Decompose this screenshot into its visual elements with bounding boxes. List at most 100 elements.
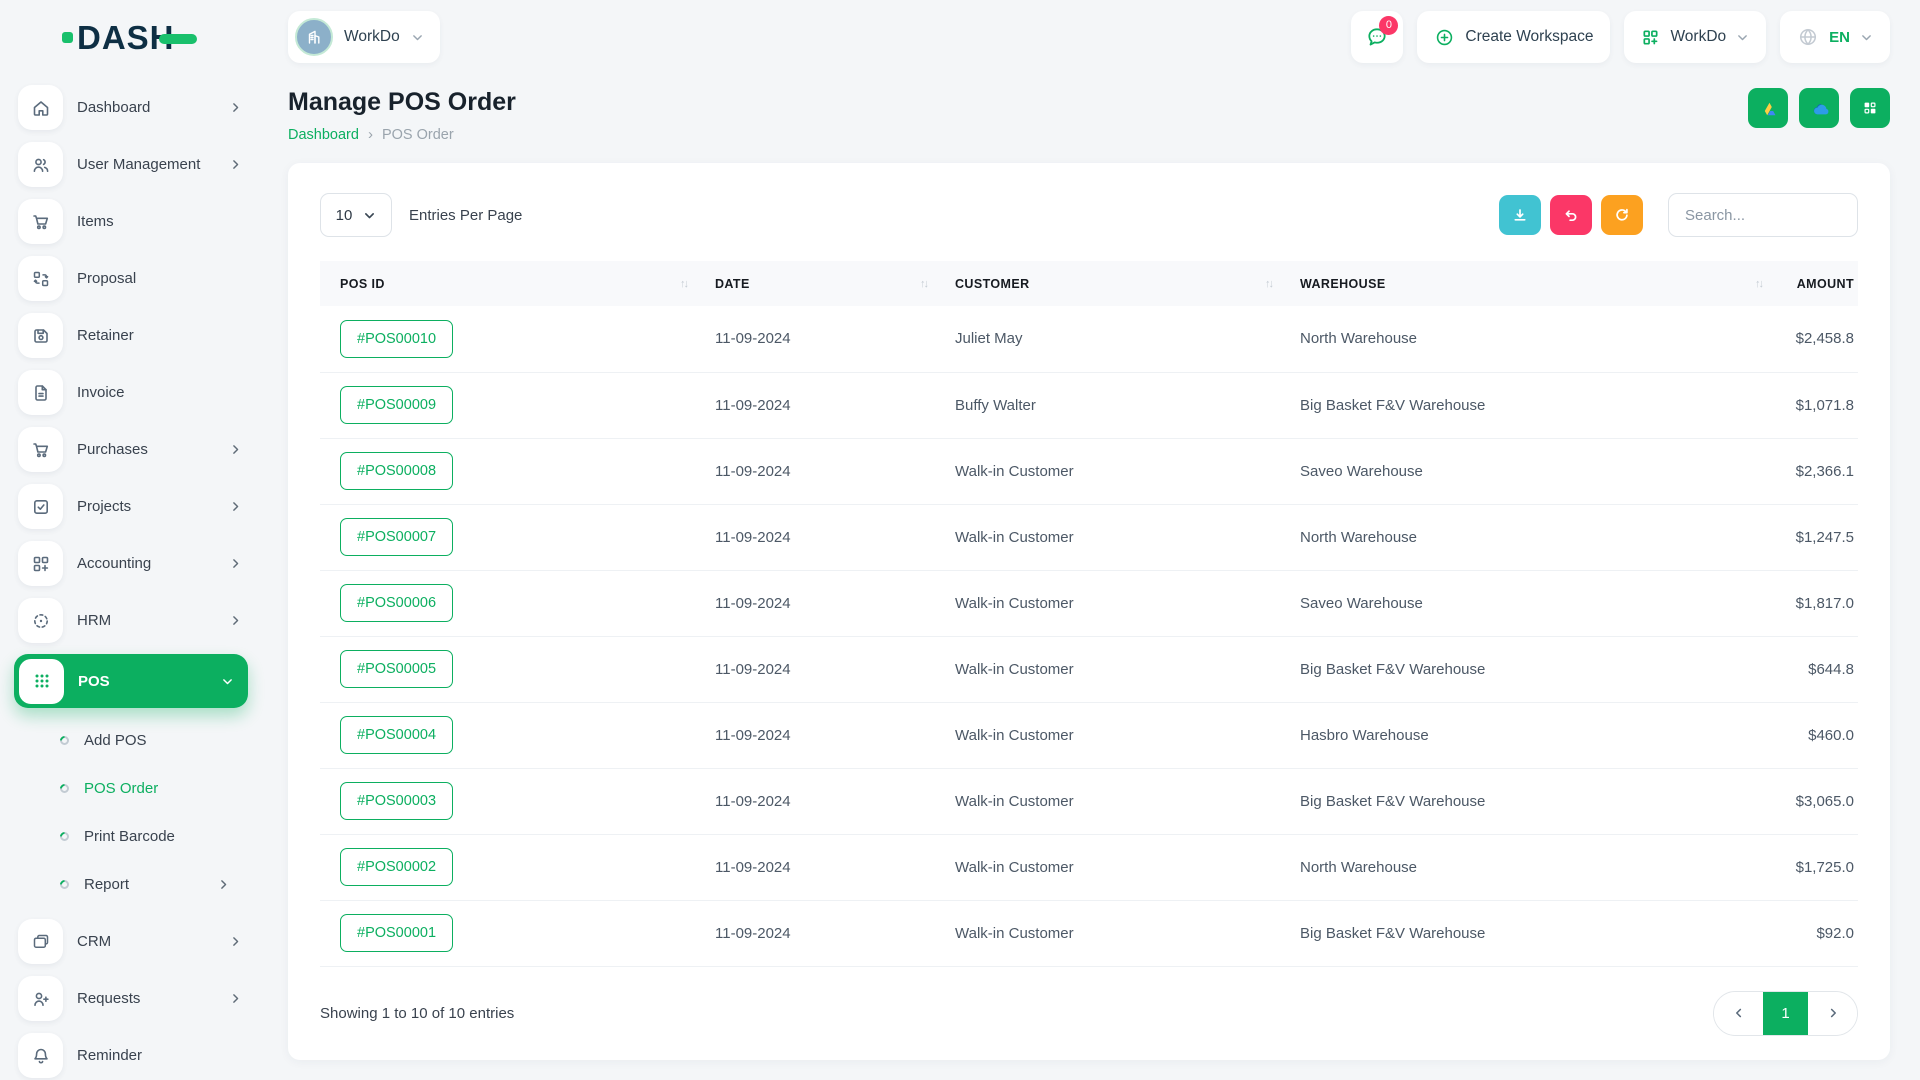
sidebar-item-dashboard[interactable]: Dashboard xyxy=(18,84,242,131)
chevron-right-icon xyxy=(229,614,242,627)
next-page-button[interactable] xyxy=(1808,992,1857,1035)
refresh-button[interactable] xyxy=(1601,195,1643,235)
cell-date: 11-09-2024 xyxy=(695,900,935,966)
export-button[interactable] xyxy=(1499,195,1541,235)
sidebar-item-requests[interactable]: Requests xyxy=(18,975,242,1022)
entries-per-page-select[interactable]: 10 xyxy=(320,193,392,237)
pos-id-link[interactable]: #POS00001 xyxy=(340,914,453,952)
header-date[interactable]: DATE xyxy=(695,261,935,306)
reset-button[interactable] xyxy=(1550,195,1592,235)
grid-view-button[interactable] xyxy=(1850,88,1890,128)
breadcrumb: Dashboard POS Order xyxy=(288,126,516,143)
chevron-down-icon xyxy=(1860,31,1873,44)
table-footer: Showing 1 to 10 of 10 entries 1 xyxy=(320,991,1858,1036)
cell-amount: $92.0 xyxy=(1770,900,1858,966)
home-icon xyxy=(18,85,63,130)
submenu-item-add-pos[interactable]: Add POS xyxy=(18,716,242,764)
prev-page-button[interactable] xyxy=(1714,992,1763,1035)
header-pos-id[interactable]: POS ID xyxy=(320,261,695,306)
page-actions xyxy=(1748,88,1890,128)
sort-icon[interactable] xyxy=(920,278,927,290)
showing-entries-text: Showing 1 to 10 of 10 entries xyxy=(320,1005,514,1022)
cell-warehouse: Saveo Warehouse xyxy=(1280,570,1770,636)
cell-amount: $2,366.1 xyxy=(1770,438,1858,504)
sort-icon[interactable] xyxy=(680,278,687,290)
pos-id-link[interactable]: #POS00003 xyxy=(340,782,453,820)
cell-date: 11-09-2024 xyxy=(695,570,935,636)
pos-id-link[interactable]: #POS00002 xyxy=(340,848,453,886)
cell-date: 11-09-2024 xyxy=(695,504,935,570)
search-input[interactable] xyxy=(1668,193,1858,237)
undo-icon xyxy=(1563,207,1579,223)
pos-id-link[interactable]: #POS00005 xyxy=(340,650,453,688)
app-menu-button[interactable]: WorkDo xyxy=(1624,11,1766,63)
cell-customer: Walk-in Customer xyxy=(935,636,1280,702)
sidebar-item-proposal[interactable]: Proposal xyxy=(18,255,242,302)
brand-logo[interactable]: DASH xyxy=(18,0,242,74)
header-warehouse[interactable]: WAREHOUSE xyxy=(1280,261,1770,306)
sidebar-item-retainer[interactable]: Retainer xyxy=(18,312,242,359)
cell-warehouse: Saveo Warehouse xyxy=(1280,438,1770,504)
onedrive-icon xyxy=(1810,99,1829,118)
cell-amount: $1,725.0 xyxy=(1770,834,1858,900)
cell-warehouse: North Warehouse xyxy=(1280,504,1770,570)
table-toolbar: 10 Entries Per Page xyxy=(320,193,1858,237)
submenu-item-print-barcode[interactable]: Print Barcode xyxy=(18,812,242,860)
chevron-left-icon xyxy=(1732,1006,1746,1020)
sidebar-item-pos[interactable]: POS xyxy=(14,654,248,708)
swap-squares-icon xyxy=(18,256,63,301)
submenu-item-report[interactable]: Report xyxy=(18,860,242,908)
chevron-down-icon xyxy=(1736,31,1749,44)
sort-icon[interactable] xyxy=(1265,278,1272,290)
messages-button[interactable]: 0 xyxy=(1351,11,1403,63)
google-drive-icon xyxy=(1760,100,1777,117)
sort-icon[interactable] xyxy=(1755,278,1762,290)
pos-id-link[interactable]: #POS00009 xyxy=(340,386,453,424)
breadcrumb-dashboard-link[interactable]: Dashboard xyxy=(288,127,359,143)
save-icon xyxy=(18,313,63,358)
chevron-right-icon xyxy=(229,101,242,114)
table-row: #POS00008 11-09-2024 Walk-in Customer Sa… xyxy=(320,438,1858,504)
page-number-current[interactable]: 1 xyxy=(1763,992,1808,1035)
cell-warehouse: Big Basket F&V Warehouse xyxy=(1280,372,1770,438)
table-row: #POS00005 11-09-2024 Walk-in Customer Bi… xyxy=(320,636,1858,702)
table-row: #POS00010 11-09-2024 Juliet May North Wa… xyxy=(320,306,1858,372)
create-workspace-button[interactable]: Create Workspace xyxy=(1417,11,1610,63)
cell-customer: Walk-in Customer xyxy=(935,702,1280,768)
cell-amount: $460.0 xyxy=(1770,702,1858,768)
pos-id-link[interactable]: #POS00007 xyxy=(340,518,453,556)
table-header-row: POS ID DATE CUSTOMER WAREHOUSE AMOUNT xyxy=(320,261,1858,306)
language-selector[interactable]: EN xyxy=(1780,11,1890,63)
sidebar-item-hrm[interactable]: HRM xyxy=(18,597,242,644)
cart-icon xyxy=(18,199,63,244)
sidebar-item-projects[interactable]: Projects xyxy=(18,483,242,530)
submenu-item-pos-order[interactable]: POS Order xyxy=(18,764,242,812)
pos-id-link[interactable]: #POS00008 xyxy=(340,452,453,490)
chevron-right-icon xyxy=(229,557,242,570)
sidebar-item-crm[interactable]: CRM xyxy=(18,918,242,965)
sidebar-item-user-management[interactable]: User Management xyxy=(18,141,242,188)
header-amount[interactable]: AMOUNT xyxy=(1770,261,1858,306)
sidebar-nav: Dashboard User Management Items xyxy=(18,84,242,1079)
grid-dots-icon xyxy=(19,659,64,704)
pos-id-link[interactable]: #POS00006 xyxy=(340,584,453,622)
sidebar: DASH Dashboard User Management xyxy=(0,0,256,1080)
globe-icon xyxy=(1797,26,1819,48)
sidebar-item-purchases[interactable]: Purchases xyxy=(18,426,242,473)
cell-amount: $1,817.0 xyxy=(1770,570,1858,636)
sidebar-item-items[interactable]: Items xyxy=(18,198,242,245)
onedrive-button[interactable] xyxy=(1799,88,1839,128)
workspace-selector[interactable]: WorkDo xyxy=(288,11,440,63)
pos-id-link[interactable]: #POS00010 xyxy=(340,320,453,358)
google-drive-button[interactable] xyxy=(1748,88,1788,128)
workspace-avatar xyxy=(295,18,333,56)
chevron-down-icon xyxy=(411,31,424,44)
sidebar-item-accounting[interactable]: Accounting xyxy=(18,540,242,587)
id-card-icon xyxy=(18,919,63,964)
pagination: 1 xyxy=(1713,991,1858,1036)
pos-id-link[interactable]: #POS00004 xyxy=(340,716,453,754)
sidebar-item-reminder[interactable]: Reminder xyxy=(18,1032,242,1079)
header-customer[interactable]: CUSTOMER xyxy=(935,261,1280,306)
cell-customer: Juliet May xyxy=(935,306,1280,372)
sidebar-item-invoice[interactable]: Invoice xyxy=(18,369,242,416)
